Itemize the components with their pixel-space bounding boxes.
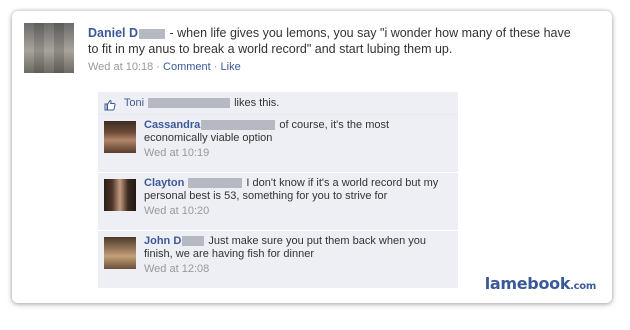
post-story: Daniel D - when life gives you lemons, y…: [88, 25, 573, 75]
redacted-surname: [201, 120, 276, 131]
comment-item: Cassandra of course, it's the most econo…: [98, 115, 458, 173]
liker-name[interactable]: Toni: [124, 97, 144, 109]
comment-time[interactable]: Wed at 12:08: [144, 263, 452, 276]
redacted-liker-surname: [148, 98, 231, 109]
watermark-tld: .com: [570, 281, 596, 292]
watermark-name: lamebook: [484, 274, 571, 293]
post-meta: Wed at 10:18 · Comment · Like: [88, 59, 573, 75]
author-avatar[interactable]: [24, 23, 74, 73]
commenter-avatar[interactable]: [104, 121, 136, 153]
meta-separator: ·: [213, 61, 218, 73]
commenter-avatar[interactable]: [104, 179, 136, 211]
comment-link[interactable]: Comment: [163, 61, 211, 73]
comment-time[interactable]: Wed at 10:19: [144, 147, 452, 160]
thumbs-up-icon: [104, 97, 116, 111]
comment-author[interactable]: Clayton: [144, 177, 184, 189]
comment-author[interactable]: Cassandra: [144, 119, 200, 131]
post-timestamp[interactable]: Wed at 10:18: [88, 61, 153, 73]
commenter-avatar[interactable]: [104, 237, 136, 269]
post-author-name[interactable]: Daniel D: [88, 26, 138, 40]
comments-block: Toni likes this. Cassandra of course, it…: [98, 92, 458, 289]
comment-item: John D Just make sure you put them back …: [98, 231, 458, 289]
like-link[interactable]: Like: [221, 61, 241, 73]
comment-item: Clayton I don't know if it's a world rec…: [98, 173, 458, 231]
meta-separator: ·: [156, 61, 160, 73]
likes-bar: Toni likes this.: [98, 92, 458, 115]
lamebook-watermark: lamebook.com: [484, 274, 597, 293]
comment-author[interactable]: John D: [144, 235, 181, 247]
redacted-surname: [188, 178, 243, 189]
redacted-surname: [182, 236, 205, 247]
likes-text: likes this.: [234, 97, 280, 109]
comment-time[interactable]: Wed at 10:20: [144, 205, 452, 218]
redacted-surname: [139, 28, 166, 39]
